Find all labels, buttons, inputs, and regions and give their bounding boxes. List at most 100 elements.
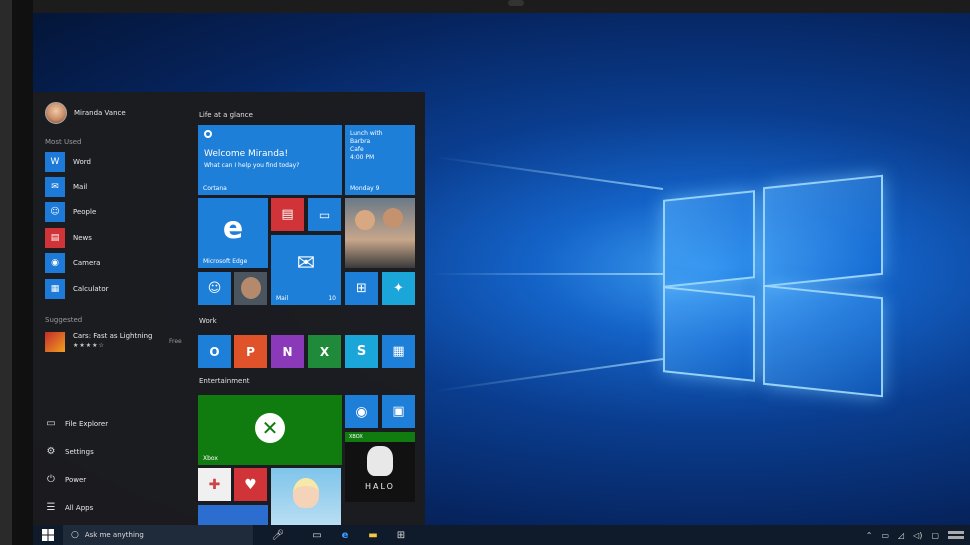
- action-center-icon[interactable]: ▢: [931, 531, 939, 540]
- tile-partial[interactable]: [198, 505, 268, 525]
- mail-count: 10: [328, 295, 336, 302]
- store-icon: ⊞: [356, 281, 367, 296]
- app-word[interactable]: W Word: [45, 152, 91, 172]
- gear-icon: ⚙: [46, 446, 56, 457]
- camera-icon: ◉: [45, 253, 65, 273]
- tile-disney[interactable]: [271, 468, 341, 525]
- tile-people[interactable]: ☺: [198, 272, 231, 305]
- app-calculator[interactable]: ▦ Calculator: [45, 279, 109, 299]
- clock[interactable]: [948, 531, 964, 539]
- chevron-up-icon[interactable]: ⌃: [866, 531, 873, 540]
- tile-onenote[interactable]: N: [271, 335, 304, 368]
- news-icon: ▤: [45, 228, 65, 248]
- logo-pane-br: [763, 284, 883, 398]
- tile-store[interactable]: ⊞: [345, 272, 378, 305]
- volume-icon[interactable]: ◁): [913, 531, 922, 540]
- all-apps-item[interactable]: ☰ All Apps: [45, 502, 94, 514]
- photo-person-2: [383, 208, 403, 228]
- tile-skype[interactable]: S: [345, 335, 378, 368]
- logo-pane-bl: [663, 286, 755, 382]
- start-button[interactable]: [33, 525, 63, 545]
- settings-item[interactable]: ⚙ Settings: [45, 446, 94, 458]
- tile-cortana[interactable]: Welcome Miranda! What can I help you fin…: [198, 125, 342, 195]
- cortana-icon: [204, 130, 212, 138]
- game-icon: ✚: [208, 476, 221, 493]
- outlook-icon: O: [209, 344, 220, 359]
- cars-app-icon: [45, 332, 65, 352]
- tile-game[interactable]: ✚: [198, 468, 231, 501]
- system-tray: ⌃ ▭ ◿ ◁) ▢: [866, 525, 964, 545]
- light-beam: [435, 155, 664, 190]
- people-icon: ☺: [45, 202, 65, 222]
- rating-stars: ★★★★☆: [73, 342, 105, 349]
- most-used-heading: Most Used: [45, 138, 82, 146]
- tile-outlook[interactable]: O: [198, 335, 231, 368]
- powerpoint-icon: P: [246, 344, 255, 359]
- mail-icon: ✉: [45, 177, 65, 197]
- start-left-column: Miranda Vance Most Used W Word ✉ Mail ☺ …: [33, 92, 193, 525]
- app-people[interactable]: ☺ People: [45, 202, 96, 222]
- group-life-at-a-glance: Life at a glance: [199, 111, 253, 119]
- search-icon: ○: [71, 530, 79, 540]
- tile-mail[interactable]: ✉ Mail 10: [271, 235, 341, 305]
- tile-calculator[interactable]: ▦: [382, 335, 415, 368]
- network-icon[interactable]: ◿: [898, 531, 904, 540]
- folder-icon[interactable]: ▬: [359, 525, 387, 545]
- app-mail[interactable]: ✉ Mail: [45, 177, 87, 197]
- frozen-character: [293, 478, 319, 508]
- tile-groove[interactable]: ◉: [345, 395, 378, 428]
- calculator-icon: ▦: [45, 279, 65, 299]
- all-apps-icon: ☰: [46, 502, 56, 513]
- people-icon: ☺: [207, 281, 222, 296]
- tile-halo[interactable]: XBOX HALO: [345, 432, 415, 502]
- tile-movies[interactable]: ▣: [382, 395, 415, 428]
- xbox-icon: ✕: [255, 413, 285, 443]
- tile-twitter[interactable]: ✦: [382, 272, 415, 305]
- tile-devices[interactable]: ▭: [308, 198, 341, 231]
- tile-contact[interactable]: [234, 272, 267, 305]
- light-beam: [435, 358, 664, 393]
- halo-title: HALO: [365, 482, 395, 491]
- tile-excel[interactable]: X: [308, 335, 341, 368]
- user-name: Miranda Vance: [74, 109, 126, 117]
- tile-news[interactable]: ▤: [271, 198, 304, 231]
- tile-photos[interactable]: [345, 198, 415, 268]
- battery-icon[interactable]: ▭: [881, 531, 889, 540]
- taskbar: ○ Ask me anything 🎤︎ ▭ e ▬ ⊞ ⌃ ▭ ◿ ◁) ▢: [33, 525, 970, 545]
- logo-pane-tl: [663, 190, 755, 288]
- twitter-icon: ✦: [393, 281, 404, 296]
- skype-icon: S: [356, 344, 367, 359]
- price-label: Free: [169, 338, 182, 345]
- user-account[interactable]: Miranda Vance: [45, 102, 126, 124]
- xbox-badge: XBOX: [345, 432, 415, 442]
- windows-logo-wallpaper: [663, 163, 923, 408]
- app-camera[interactable]: ◉ Camera: [45, 253, 100, 273]
- file-explorer-item[interactable]: ▭ File Explorer: [45, 418, 108, 430]
- film-icon: ▣: [392, 404, 405, 419]
- laptop-icon: ▭: [318, 207, 331, 222]
- onenote-icon: N: [282, 344, 293, 359]
- windows-icon: [42, 529, 54, 541]
- edge-icon: e: [222, 210, 244, 246]
- tile-microsoft-edge[interactable]: e Microsoft Edge: [198, 198, 268, 268]
- edge-icon[interactable]: e: [331, 525, 359, 545]
- app-news[interactable]: ▤ News: [45, 228, 92, 248]
- suggested-app[interactable]: Cars: Fast as Lightning ★★★★☆: [45, 332, 152, 352]
- microphone-icon[interactable]: 🎤︎: [253, 525, 303, 545]
- groove-music-icon: ◉: [355, 403, 368, 420]
- search-box[interactable]: ○ Ask me anything: [63, 525, 253, 545]
- search-placeholder: Ask me anything: [84, 531, 144, 539]
- suggested-heading: Suggested: [45, 316, 83, 324]
- power-item[interactable]: ⏻ Power: [45, 474, 86, 486]
- start-menu: Miranda Vance Most Used W Word ✉ Mail ☺ …: [33, 92, 425, 525]
- tile-xbox[interactable]: ✕ Xbox: [198, 395, 342, 465]
- tile-powerpoint[interactable]: P: [234, 335, 267, 368]
- tile-calendar[interactable]: Lunch with Barbra Cafe 4:00 PM Monday 9: [345, 125, 415, 195]
- camera: [508, 0, 524, 6]
- logo-pane-tr: [763, 174, 883, 288]
- group-work: Work: [199, 317, 217, 325]
- store-icon[interactable]: ⊞: [387, 525, 415, 545]
- excel-icon: X: [319, 344, 330, 359]
- task-view-icon[interactable]: ▭: [303, 525, 331, 545]
- tile-iheart[interactable]: ♥: [234, 468, 267, 501]
